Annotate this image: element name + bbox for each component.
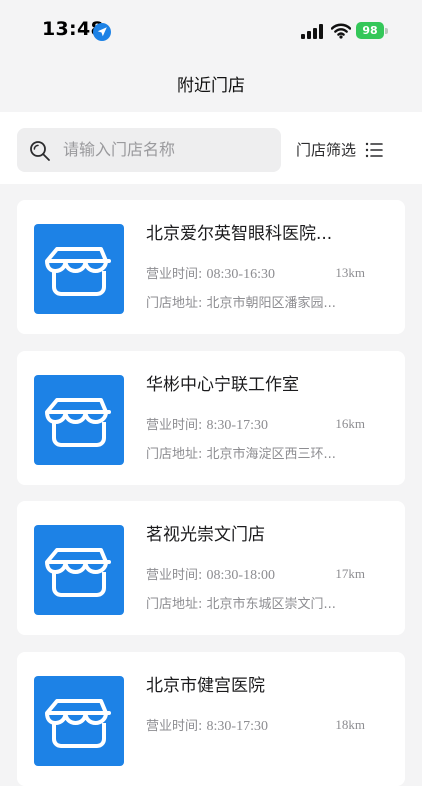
- store-distance: 18km: [335, 717, 365, 732]
- store-hours: 营业时间: 8:30-17:30: [146, 718, 268, 736]
- store-address: 门店地址: 北京市朝阳区潘家园...: [146, 296, 336, 311]
- status-bar: 13:48 98: [0, 0, 422, 58]
- search-input[interactable]: 请输入门店名称: [17, 128, 281, 172]
- store-card[interactable]: 北京市健宫医院 营业时间: 8:30-17:30 18km: [17, 652, 405, 786]
- hours-label: 营业时间:: [146, 568, 203, 583]
- battery-tip: [385, 28, 388, 34]
- store-icon: [34, 224, 124, 314]
- store-name: 茗视光崇文门店: [146, 525, 265, 545]
- store-address: 门店地址: 北京市海淀区西三环...: [146, 447, 336, 462]
- search-panel: 请输入门店名称 门店筛选: [0, 112, 422, 184]
- store-icon: [34, 525, 124, 615]
- hours-value: 8:30-17:30: [206, 719, 268, 734]
- store-distance: 17km: [335, 566, 365, 581]
- cellular-signal-icon: [301, 24, 323, 39]
- hours-value: 08:30-18:00: [206, 568, 275, 583]
- store-name: 北京市健宫医院: [146, 676, 265, 696]
- store-icon: [34, 676, 124, 766]
- search-icon: [30, 141, 50, 161]
- store-hours: 营业时间: 08:30-18:00: [146, 567, 275, 585]
- search-placeholder: 请输入门店名称: [63, 140, 176, 159]
- location-arrow-icon: [93, 23, 111, 41]
- store-filter-button[interactable]: 门店筛选: [296, 136, 390, 164]
- store-name: 华彬中心宁联工作室: [146, 375, 299, 395]
- store-distance: 16km: [335, 416, 365, 431]
- store-filter-label: 门店筛选: [296, 141, 357, 159]
- hours-value: 8:30-17:30: [206, 418, 268, 433]
- store-hours: 营业时间: 8:30-17:30: [146, 417, 268, 435]
- page-title: 附近门店: [177, 76, 245, 96]
- store-name: 北京爱尔英智眼科医院...: [146, 224, 333, 244]
- store-icon: [34, 375, 124, 465]
- hours-label: 营业时间:: [146, 418, 203, 433]
- hours-label: 营业时间:: [146, 719, 203, 734]
- list-filter-icon: [365, 142, 383, 158]
- store-card[interactable]: 北京爱尔英智眼科医院... 营业时间: 08:30-16:30 13km 门店地…: [17, 200, 405, 334]
- store-card[interactable]: 华彬中心宁联工作室 营业时间: 8:30-17:30 16km 门店地址: 北京…: [17, 351, 405, 485]
- battery-level: 98: [356, 22, 384, 39]
- battery-indicator: 98: [356, 22, 388, 39]
- store-hours: 营业时间: 08:30-16:30: [146, 266, 275, 284]
- hours-value: 08:30-16:30: [206, 267, 275, 282]
- wifi-icon: [331, 23, 351, 39]
- store-address: 门店地址: 北京市东城区崇文门...: [146, 597, 336, 612]
- hours-label: 营业时间:: [146, 267, 203, 282]
- store-card[interactable]: 茗视光崇文门店 营业时间: 08:30-18:00 17km 门店地址: 北京市…: [17, 501, 405, 635]
- store-distance: 13km: [335, 265, 365, 280]
